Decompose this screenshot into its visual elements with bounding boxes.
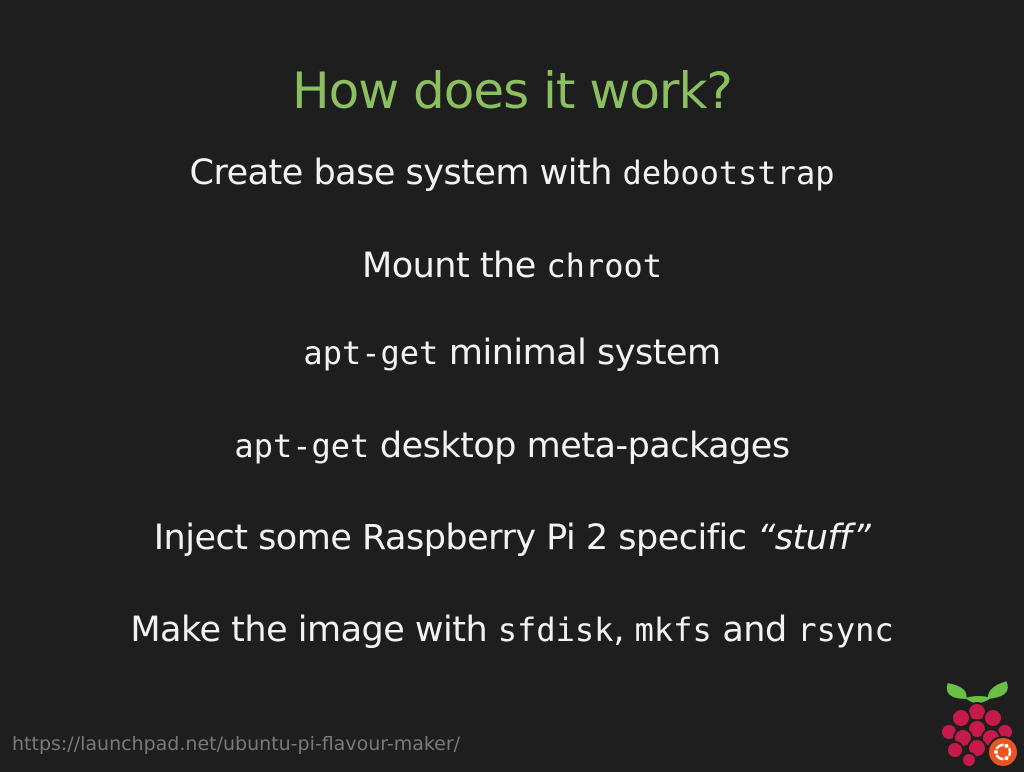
bullet-code: apt-get: [303, 334, 439, 372]
bullet-text: Inject some Raspberry Pi 2 specific: [153, 518, 758, 558]
bullet-code: debootstrap: [622, 154, 835, 192]
bullet-code: rsync: [797, 611, 894, 649]
raspberry-ubuntu-logo-icon: [935, 672, 1023, 768]
bullet-code: mkfs: [634, 611, 712, 649]
bullet-line-2: Mount the chroot: [0, 246, 1024, 286]
bullet-line-6: Make the image with sfdisk, mkfs and rsy…: [0, 610, 1024, 650]
bullet-code: chroot: [546, 247, 662, 285]
bullet-code: sfdisk: [497, 611, 614, 649]
bullet-text: minimal system: [438, 333, 721, 373]
bullet-text: Make the image with: [130, 610, 498, 650]
bullet-line-5: Inject some Raspberry Pi 2 specific “stu…: [0, 518, 1024, 558]
bullet-text: Mount the: [362, 246, 547, 286]
footer-url: https://launchpad.net/ubuntu-pi-flavour-…: [12, 733, 461, 755]
bullet-text: Create base system with: [189, 153, 623, 193]
bullet-line-4: apt-get desktop meta-packages: [0, 426, 1024, 466]
slide-title: How does it work?: [292, 62, 733, 120]
bullet-line-1: Create base system with debootstrap: [0, 153, 1024, 193]
bullet-separator: and: [711, 610, 798, 650]
slide: How does it work? Create base system wit…: [0, 0, 1024, 768]
bullet-quote: “stuff”: [757, 518, 871, 558]
bullet-code: apt-get: [234, 427, 370, 465]
bullet-separator: ,: [613, 610, 635, 650]
bullet-line-3: apt-get minimal system: [0, 333, 1024, 373]
bullet-text: desktop meta-packages: [369, 426, 790, 466]
